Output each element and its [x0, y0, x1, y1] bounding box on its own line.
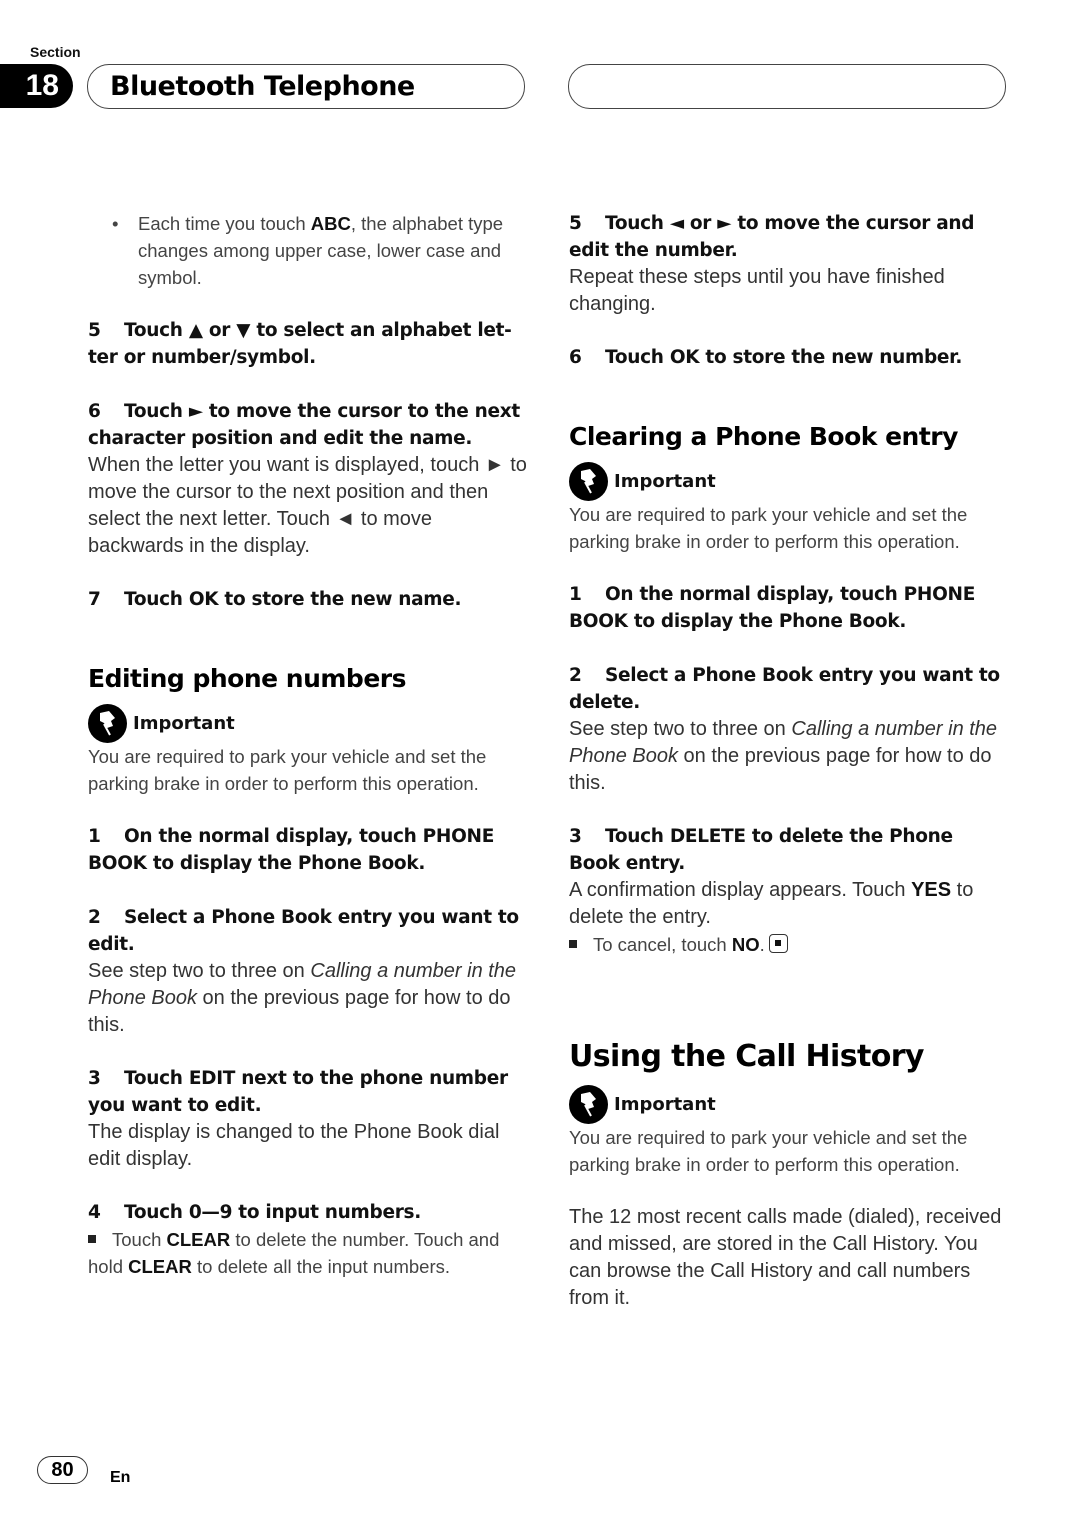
- step-text: Touch ◄ or ► to move the cursor and edit…: [569, 213, 975, 261]
- edit-step-3: 3 Touch EDIT next to the phone number you…: [88, 1065, 528, 1119]
- language-code: En: [110, 1469, 131, 1486]
- clear-step-2: 2 Select a Phone Book entry you want to d…: [569, 662, 1009, 716]
- clearing-heading: Clearing a Phone Book entry: [569, 422, 958, 451]
- step-number: 5: [569, 213, 582, 234]
- step-5-body: Repeat these steps until you have finish…: [569, 266, 945, 315]
- step-6-body: When the letter you want is displayed, t…: [88, 454, 527, 557]
- clear-step-1: 1 On the normal display, touch PHONE BOOK…: [569, 581, 1009, 635]
- step-number: 4: [88, 1202, 101, 1223]
- call-history-heading: Using the Call History: [569, 1039, 924, 1074]
- abc-key-label: ABC: [310, 213, 351, 234]
- edit-step-2: 2 Select a Phone Book entry you want to e…: [88, 904, 528, 958]
- pushpin-icon: [569, 1084, 608, 1124]
- clear-key-label: CLEAR: [166, 1229, 231, 1250]
- step-number: 1: [88, 826, 101, 847]
- abc-bullet: • Each time you touch ABC, the alphabet …: [88, 210, 528, 291]
- important-callout: Important: [569, 1084, 1009, 1124]
- edit-step-3-body: The display is changed to the Phone Book…: [88, 1121, 500, 1170]
- step-text: On the normal display, touch PHONE BOOK …: [88, 826, 495, 874]
- clear-step-3-note: To cancel, touch NO.: [569, 931, 1009, 958]
- square-bullet-icon: [88, 1235, 96, 1244]
- important-label: Important: [614, 1093, 716, 1115]
- step-6-move-cursor: 6 Touch ► to move the cursor to the next …: [88, 398, 528, 452]
- clear-step-3-body: A confirmation display appears. Touch YE…: [569, 877, 1009, 931]
- text: See step two to three on: [569, 718, 792, 740]
- end-of-section-icon: [768, 933, 788, 953]
- no-key-label: NO: [731, 934, 760, 955]
- important-label: Important: [614, 470, 716, 492]
- chapter-title-pill: Bluetooth Telephone: [87, 64, 525, 109]
- page-number: 80: [37, 1456, 88, 1484]
- step-text: Touch OK to store the new name.: [124, 589, 462, 610]
- pushpin-icon: [88, 703, 127, 743]
- square-bullet-icon: [569, 940, 577, 949]
- step-text: Touch OK to store the new number.: [605, 347, 963, 368]
- step-text: Touch ► to move the cursor to the next c…: [88, 401, 520, 449]
- right-column: 5 Touch ◄ or ► to move the cursor and edi…: [569, 210, 1009, 1312]
- text: Touch: [112, 1229, 167, 1250]
- pushpin-icon: [569, 461, 608, 501]
- step-number: 6: [569, 347, 582, 368]
- section-number-badge: 18: [0, 64, 73, 108]
- left-column: • Each time you touch ABC, the alphabet …: [88, 210, 528, 1280]
- important-callout: Important: [88, 703, 528, 743]
- step-number: 3: [88, 1068, 101, 1089]
- step-6-store-number: 6 Touch OK to store the new number.: [569, 344, 1009, 371]
- step-5-select-letter: 5 Touch ▲ or ▼ to select an alphabet let­…: [88, 317, 528, 371]
- edit-step-4: 4 Touch 0—9 to input numbers.: [88, 1199, 528, 1226]
- section-label: Section: [30, 44, 81, 60]
- important-label: Important: [133, 712, 235, 734]
- blank-header-pill: [568, 64, 1006, 109]
- text: to delete all the input numbers.: [191, 1256, 450, 1277]
- step-number: 2: [569, 665, 582, 686]
- step-number: 5: [88, 320, 101, 341]
- call-history-body: The 12 most recent calls made (dialed), …: [569, 1206, 1002, 1309]
- edit-step-1: 1 On the normal display, touch PHONE BOOK…: [88, 823, 528, 877]
- clear-step-3: 3 Touch DELETE to delete the Phone Book e…: [569, 823, 1009, 877]
- editing-heading: Editing phone numbers: [88, 664, 407, 693]
- bullet-dot-icon: •: [112, 213, 119, 234]
- text: Each time you touch: [138, 213, 311, 234]
- abc-bullet-text: Each time you touch ABC, the alphabet ty…: [138, 210, 528, 291]
- yes-key-label: YES: [911, 879, 952, 901]
- step-text: Touch 0—9 to input numbers.: [124, 1202, 421, 1223]
- important-text: You are required to park your vehicle an…: [88, 746, 487, 794]
- edit-step-2-body: See step two to three on Calling a numbe…: [88, 958, 528, 1039]
- text: See step two to three on: [88, 960, 311, 982]
- step-number: 6: [88, 401, 101, 422]
- step-text: Select a Phone Book entry you want to de…: [569, 665, 1000, 713]
- clear-step-2-body: See step two to three on Calling a numbe…: [569, 716, 1009, 797]
- clear-key-label: CLEAR: [128, 1256, 192, 1277]
- step-text: Touch ▲ or ▼ to select an alphabet let­t…: [88, 320, 512, 368]
- text: .: [759, 934, 765, 955]
- step-number: 3: [569, 826, 582, 847]
- chapter-title: Bluetooth Telephone: [110, 71, 415, 102]
- edit-step-4-note: Touch CLEAR to delete the number. Touch …: [88, 1226, 528, 1280]
- step-number: 2: [88, 907, 101, 928]
- step-text: On the normal display, touch PHONE BOOK …: [569, 584, 976, 632]
- step-text: Touch DELETE to delete the Phone Book en…: [569, 826, 953, 874]
- step-number: 1: [569, 584, 582, 605]
- important-text: You are required to park your vehicle an…: [569, 1127, 968, 1175]
- step-text: Select a Phone Book entry you want to ed…: [88, 907, 519, 955]
- step-5-move-cursor-number: 5 Touch ◄ or ► to move the cursor and edi…: [569, 210, 1009, 264]
- important-text: You are required to park your vehicle an…: [569, 504, 968, 552]
- step-7-store-name: 7 Touch OK to store the new name.: [88, 586, 528, 613]
- text: A confirmation display appears. Touch: [569, 879, 912, 901]
- step-text: Touch EDIT next to the phone number you …: [88, 1068, 508, 1116]
- important-callout: Important: [569, 461, 1009, 501]
- step-number: 7: [88, 589, 101, 610]
- text: To cancel, touch: [593, 934, 732, 955]
